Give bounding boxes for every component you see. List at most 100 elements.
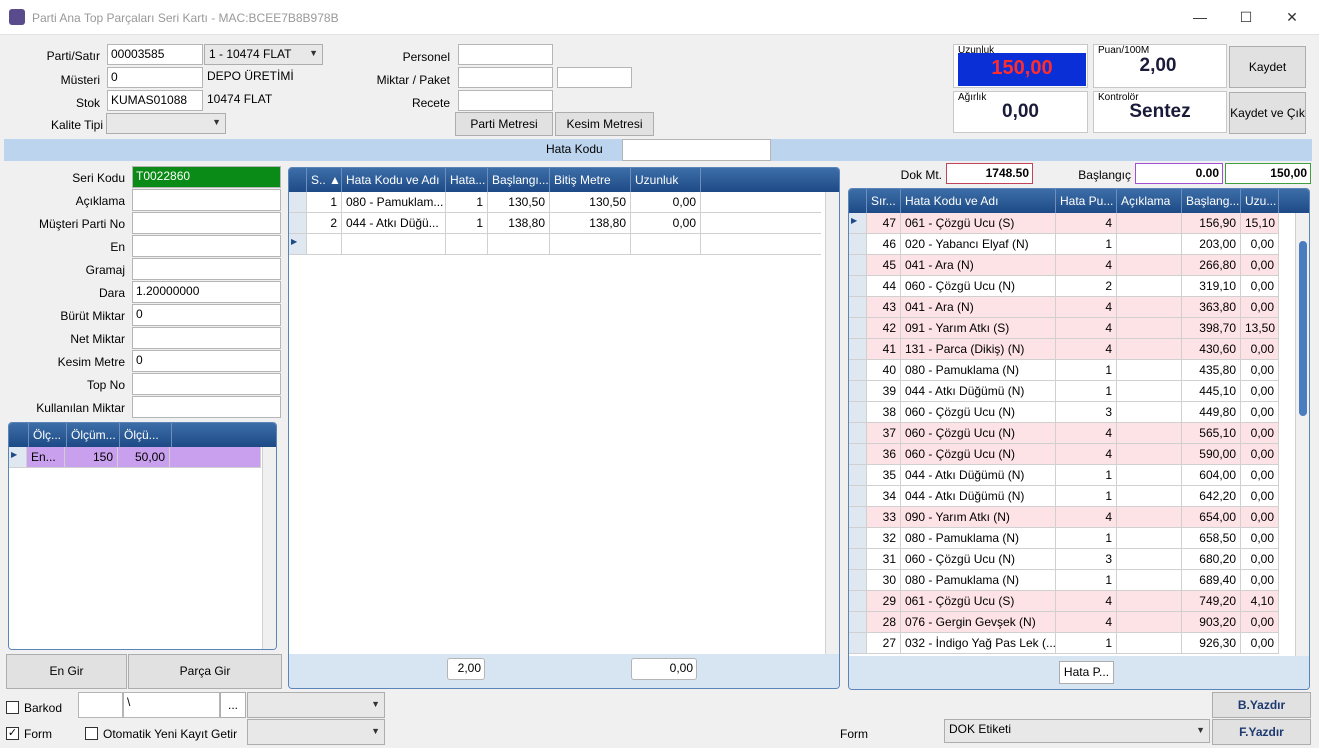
scrollbar-thumb[interactable] xyxy=(1299,241,1307,416)
table-row[interactable]: 31 060 - Çözgü Ucu (N) 3 680,20 0,00 xyxy=(849,549,1295,570)
form-checkbox[interactable]: ✓ xyxy=(6,727,19,740)
hata-kodu-label: Hata Kodu xyxy=(546,142,603,156)
hata-grid-scrollbar[interactable] xyxy=(825,192,839,654)
table-cell: 1 xyxy=(1056,234,1117,255)
kalite-select[interactable]: ▼ xyxy=(106,113,226,134)
table-row[interactable]: 35 044 - Atkı Düğümü (N) 1 604,00 0,00 xyxy=(849,465,1295,486)
field-input[interactable]: T0022860 xyxy=(132,166,281,188)
miktar-field[interactable] xyxy=(458,67,553,88)
field-input[interactable] xyxy=(132,373,281,395)
otomatik-checkbox[interactable] xyxy=(85,727,98,740)
table-row[interactable]: 27 032 - İndigo Yağ Pas Lek (... 1 926,30 0,… xyxy=(849,633,1295,654)
dok-field[interactable]: 1748.50 xyxy=(946,163,1033,184)
hata-puan-button[interactable]: Hata P... xyxy=(1059,661,1114,684)
hata-list-col[interactable]: Uzu... xyxy=(1241,189,1279,213)
kaydet-button[interactable]: Kaydet xyxy=(1229,46,1306,88)
table-row[interactable]: 32 080 - Pamuklama (N) 1 658,50 0,00 xyxy=(849,528,1295,549)
table-cell: 926,30 xyxy=(1182,633,1241,654)
close-button[interactable]: ✕ xyxy=(1269,0,1315,34)
table-row[interactable]: 34 044 - Atkı Düğümü (N) 1 642,20 0,00 xyxy=(849,486,1295,507)
hata-grid-col[interactable]: Bitiş Metre xyxy=(550,168,631,192)
barkod-label: Barkod xyxy=(24,701,63,715)
table-cell: 1 xyxy=(1056,381,1117,402)
table-row[interactable]: 30 080 - Pamuklama (N) 1 689,40 0,00 xyxy=(849,570,1295,591)
field-input[interactable]: 0 xyxy=(132,304,281,326)
table-row[interactable]: 45 041 - Ara (N) 4 266,80 0,00 xyxy=(849,255,1295,276)
parti-metresi-button[interactable]: Parti Metresi xyxy=(455,112,553,136)
field-input[interactable] xyxy=(132,258,281,280)
f-yazdir-button[interactable]: F.Yazdır xyxy=(1212,719,1311,745)
hata-list-col[interactable]: Hata Kodu ve Adı xyxy=(901,189,1056,213)
table-row[interactable]: 43 041 - Ara (N) 4 363,80 0,00 xyxy=(849,297,1295,318)
table-row[interactable]: 40 080 - Pamuklama (N) 1 435,80 0,00 xyxy=(849,360,1295,381)
table-row[interactable]: 37 060 - Çözgü Ucu (N) 4 565,10 0,00 xyxy=(849,423,1295,444)
table-row[interactable]: 38 060 - Çözgü Ucu (N) 3 449,80 0,00 xyxy=(849,402,1295,423)
printer-select[interactable]: ▼ xyxy=(247,692,385,718)
table-cell xyxy=(1117,381,1182,402)
b-yazdir-button[interactable]: B.Yazdır xyxy=(1212,692,1311,718)
new-row[interactable]: ▶ xyxy=(289,234,821,255)
otomatik-label: Otomatik Yeni Kayıt Getir xyxy=(103,727,238,741)
olcum-col[interactable]: Ölçü... xyxy=(120,423,172,447)
parti-no-field[interactable]: 00003585 xyxy=(107,44,203,65)
table-row[interactable]: 1 080 - Pamuklam... 1 130,50 130,50 0,00 xyxy=(289,192,821,213)
stok-field[interactable]: KUMAS01088 xyxy=(107,90,203,111)
hata-list-col[interactable]: Hata Pu... xyxy=(1056,189,1117,213)
paket-field[interactable] xyxy=(557,67,632,88)
browse-button[interactable]: ... xyxy=(220,692,246,718)
path-input[interactable]: \ xyxy=(123,692,220,718)
olcum-col[interactable]: Ölç... xyxy=(29,423,67,447)
table-row[interactable]: 42 091 - Yarım Atkı (S) 4 398,70 13,50 xyxy=(849,318,1295,339)
hata-list-col[interactable]: Başlang... xyxy=(1182,189,1241,213)
barkod-checkbox[interactable] xyxy=(6,701,19,714)
maximize-button[interactable]: ☐ xyxy=(1223,0,1269,34)
table-row[interactable]: 29 061 - Çözgü Ucu (S) 4 749,20 4,10 xyxy=(849,591,1295,612)
personel-field[interactable] xyxy=(458,44,553,65)
olcum-col[interactable]: Ölçüm... xyxy=(67,423,120,447)
hata-kodu-input[interactable] xyxy=(622,139,771,161)
table-row[interactable]: 28 076 - Gergin Gevşek (N) 4 903,20 0,00 xyxy=(849,612,1295,633)
hata-grid-col[interactable]: S.. ▲ xyxy=(307,168,342,192)
field-input[interactable]: 0 xyxy=(132,350,281,372)
kesim-metresi-button[interactable]: Kesim Metresi xyxy=(555,112,654,136)
etiket-select[interactable]: DOK Etiketi ▼ xyxy=(944,719,1210,743)
minimize-button[interactable]: — xyxy=(1177,0,1223,34)
bitis-field[interactable]: 150,00 xyxy=(1225,163,1311,184)
table-row[interactable]: 41 131 - Parca (Dikiş) (N) 4 430,60 0,00 xyxy=(849,339,1295,360)
table-cell: 1 xyxy=(1056,360,1117,381)
baslangic-field[interactable]: 0.00 xyxy=(1135,163,1223,184)
field-input[interactable] xyxy=(132,396,281,418)
agirlik-value: 0,00 xyxy=(1002,101,1039,122)
hata-grid-col[interactable]: Uzunluk xyxy=(631,168,701,192)
table-row[interactable]: 36 060 - Çözgü Ucu (N) 4 590,00 0,00 xyxy=(849,444,1295,465)
olcum-scrollbar[interactable] xyxy=(262,447,276,649)
hata-list-col[interactable]: Açıklama xyxy=(1117,189,1182,213)
table-row[interactable]: 39 044 - Atkı Düğümü (N) 1 445,10 0,00 xyxy=(849,381,1295,402)
form-select[interactable]: ▼ xyxy=(247,719,385,745)
table-cell: 0,00 xyxy=(1241,444,1279,465)
musteri-field[interactable]: 0 xyxy=(107,67,203,88)
table-row[interactable]: 2 044 - Atkı Düğü... 1 138,80 138,80 0,00 xyxy=(289,213,821,234)
hata-list-col[interactable]: Sır... xyxy=(867,189,901,213)
field-input[interactable] xyxy=(132,212,281,234)
satir-select[interactable]: 1 - 10474 FLAT ▼ xyxy=(204,44,323,65)
row-header: ▶ xyxy=(849,213,867,234)
recete-field[interactable] xyxy=(458,90,553,111)
hata-grid-col[interactable]: Hata... xyxy=(446,168,488,192)
table-row[interactable]: ▶ 47 061 - Çözgü Ucu (S) 4 156,90 15,10 xyxy=(849,213,1295,234)
kaydet-cik-button[interactable]: Kaydet ve Çık xyxy=(1229,92,1306,134)
table-row[interactable]: ▶ En... 150 50,00 xyxy=(9,447,261,468)
field-input[interactable] xyxy=(132,235,281,257)
field-input[interactable] xyxy=(132,189,281,211)
field-input[interactable] xyxy=(132,327,281,349)
hata-grid-col[interactable]: Hata Kodu ve Adı xyxy=(342,168,446,192)
table-row[interactable]: 44 060 - Çözgü Ucu (N) 2 319,10 0,00 xyxy=(849,276,1295,297)
barkod-input[interactable] xyxy=(78,692,123,718)
table-row[interactable]: 46 020 - Yabancı Elyaf (N) 1 203,00 0,00 xyxy=(849,234,1295,255)
hata-grid-col[interactable]: Başlangı... xyxy=(488,168,550,192)
field-input[interactable]: 1.20000000 xyxy=(132,281,281,303)
en-gir-button[interactable]: En Gir xyxy=(6,654,127,689)
table-row[interactable]: 33 090 - Yarım Atkı (N) 4 654,00 0,00 xyxy=(849,507,1295,528)
hata-list-scrollbar[interactable] xyxy=(1295,213,1309,656)
parca-gir-button[interactable]: Parça Gir xyxy=(128,654,282,689)
